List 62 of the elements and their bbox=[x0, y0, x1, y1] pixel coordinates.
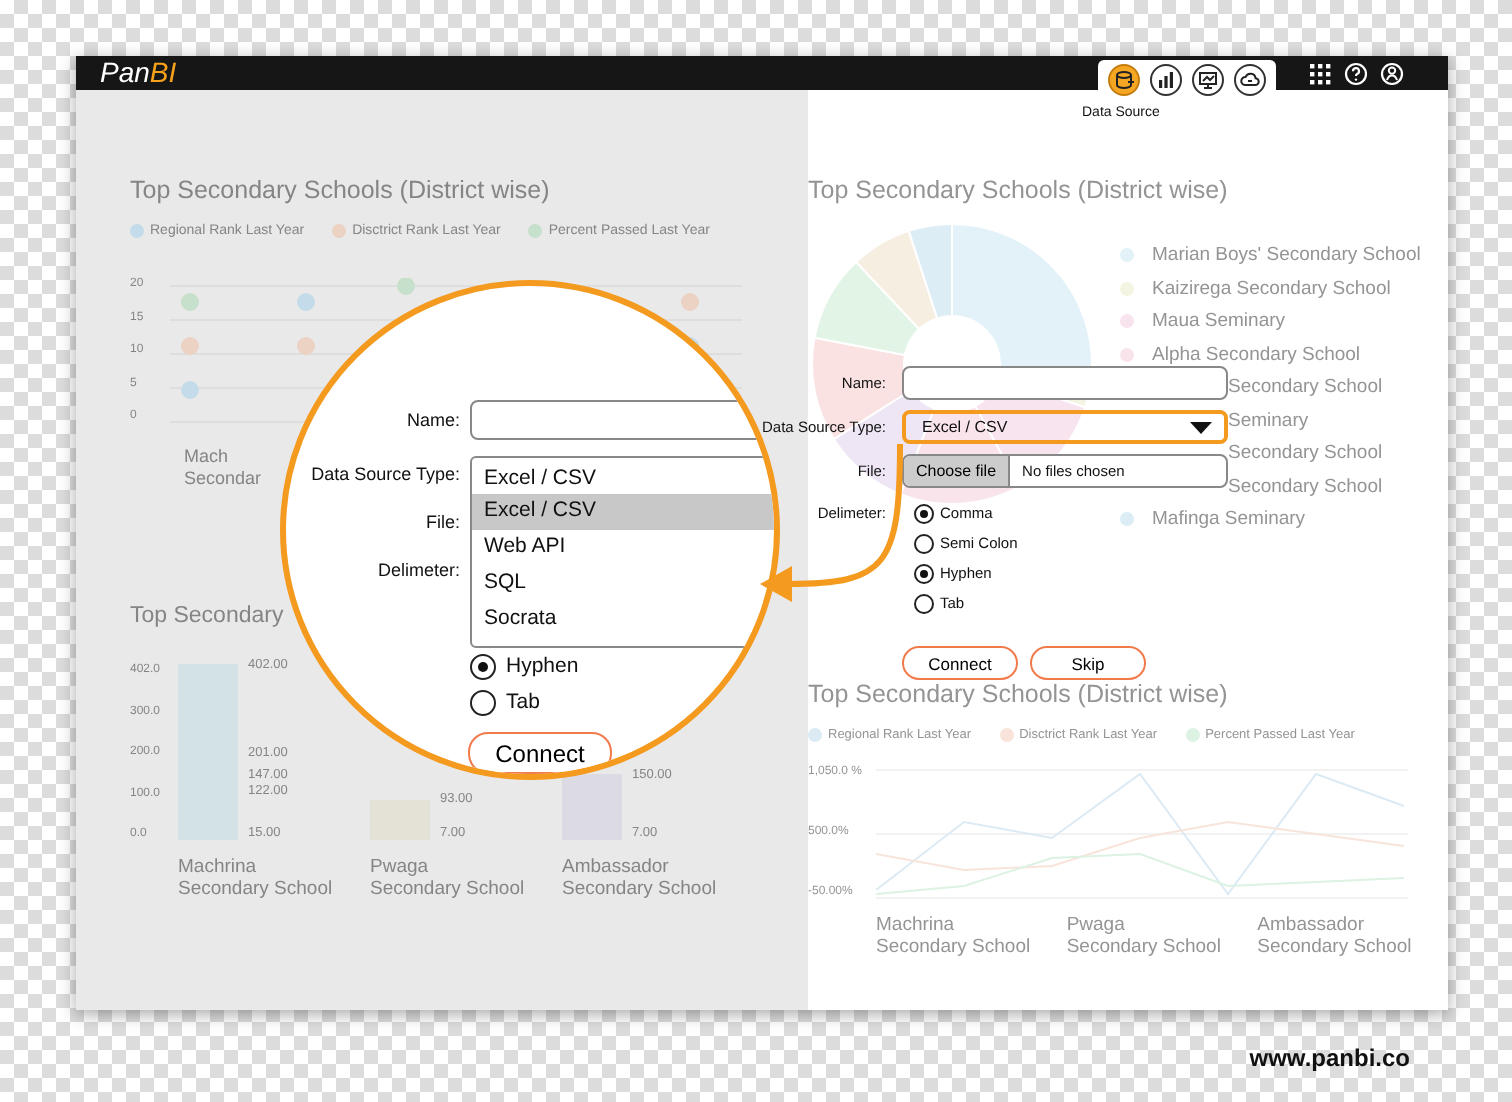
radio-button[interactable] bbox=[914, 563, 934, 583]
category-label: Pwaga Secondary School bbox=[370, 856, 527, 900]
category-label: Machrina Secondary School bbox=[178, 856, 335, 900]
database-tool-icon[interactable] bbox=[1108, 64, 1140, 96]
dropdown-option[interactable]: Web API bbox=[472, 530, 774, 566]
type-dropdown[interactable]: Excel / CSV bbox=[902, 410, 1228, 444]
scatter-point bbox=[297, 293, 315, 311]
field-label: Data Source Type: bbox=[311, 464, 460, 484]
scatter-point bbox=[181, 381, 199, 399]
radio-button[interactable] bbox=[470, 689, 496, 715]
dropdown-list[interactable]: Excel / CSV Excel / CSV Web API SQL Socrata bbox=[470, 456, 774, 648]
legend-label: Secondary School bbox=[1228, 475, 1383, 497]
chart-title: Top Secondary Schools (District wise) bbox=[130, 176, 550, 204]
radio-button[interactable] bbox=[914, 533, 934, 553]
apps-grid-icon[interactable] bbox=[1308, 61, 1332, 85]
radio-button[interactable] bbox=[914, 593, 934, 613]
logo: PanBI bbox=[100, 56, 177, 90]
scatter-point bbox=[181, 293, 199, 311]
connect-button[interactable]: Connect bbox=[468, 732, 612, 774]
legend-label: Mafinga Seminary bbox=[1152, 508, 1306, 530]
scatter-point bbox=[681, 293, 699, 311]
monitor-tool-icon[interactable] bbox=[1192, 64, 1224, 96]
field-label: Name: bbox=[406, 410, 460, 430]
dropdown-value: Excel / CSV bbox=[482, 464, 599, 494]
chart-title: Top Secondary bbox=[130, 604, 284, 628]
category-label: Ambassador Secondary School bbox=[1257, 914, 1414, 958]
category-label: Ambassador Secondary School bbox=[562, 856, 719, 900]
radio-label: Tab bbox=[506, 690, 540, 714]
connect-button[interactable]: Connect bbox=[902, 646, 1018, 680]
scatter-point bbox=[297, 337, 315, 355]
chart-title: Top Secondary Schools (District wise) bbox=[808, 176, 1228, 204]
caret-icon bbox=[1190, 421, 1212, 433]
choose-file-button[interactable]: Choose file bbox=[904, 456, 1011, 486]
dropdown-option[interactable]: SQL bbox=[472, 566, 774, 602]
legend-label: Marian Boys' Secondary School bbox=[1152, 244, 1421, 266]
legend-label: Alpha Secondary School bbox=[1152, 343, 1361, 365]
name-input-field[interactable] bbox=[902, 366, 1228, 400]
category-label: Machrina Secondary School bbox=[876, 914, 1033, 958]
category-label: Pwaga Secondary School bbox=[1066, 914, 1223, 958]
field-label: File: bbox=[425, 512, 460, 532]
user-icon[interactable] bbox=[1380, 61, 1404, 85]
bar-chart-tool-icon[interactable] bbox=[1150, 64, 1182, 96]
field-label: Delimeter: bbox=[377, 560, 460, 580]
category-label: Mach bbox=[184, 446, 231, 468]
chart-title: Top Secondary Schools (District wise) bbox=[808, 680, 1228, 708]
help-icon[interactable] bbox=[1344, 61, 1368, 85]
legend-label: Secondary School bbox=[1228, 376, 1383, 398]
radio-button[interactable] bbox=[914, 503, 934, 523]
legend-label: Maua Seminary bbox=[1152, 310, 1286, 332]
legend-label: Kaizirega Secondary School bbox=[1152, 277, 1391, 299]
category-label: Secondar bbox=[184, 468, 262, 490]
scatter-point bbox=[181, 337, 199, 355]
skip-button[interactable]: Skip bbox=[1030, 646, 1146, 680]
dropdown-option[interactable]: Socrata bbox=[472, 602, 774, 638]
cloud-tool-icon[interactable] bbox=[1234, 64, 1266, 96]
dropdown-option[interactable]: Excel / CSV bbox=[472, 494, 774, 530]
radio-button[interactable] bbox=[470, 653, 496, 679]
scatter-point bbox=[397, 278, 415, 295]
legend-label: Seminary bbox=[1228, 409, 1309, 431]
legend-label: Secondary School bbox=[1228, 442, 1383, 464]
website-url: www.panbi.co bbox=[1249, 1044, 1410, 1072]
radio-label: Hyphen bbox=[506, 654, 579, 678]
